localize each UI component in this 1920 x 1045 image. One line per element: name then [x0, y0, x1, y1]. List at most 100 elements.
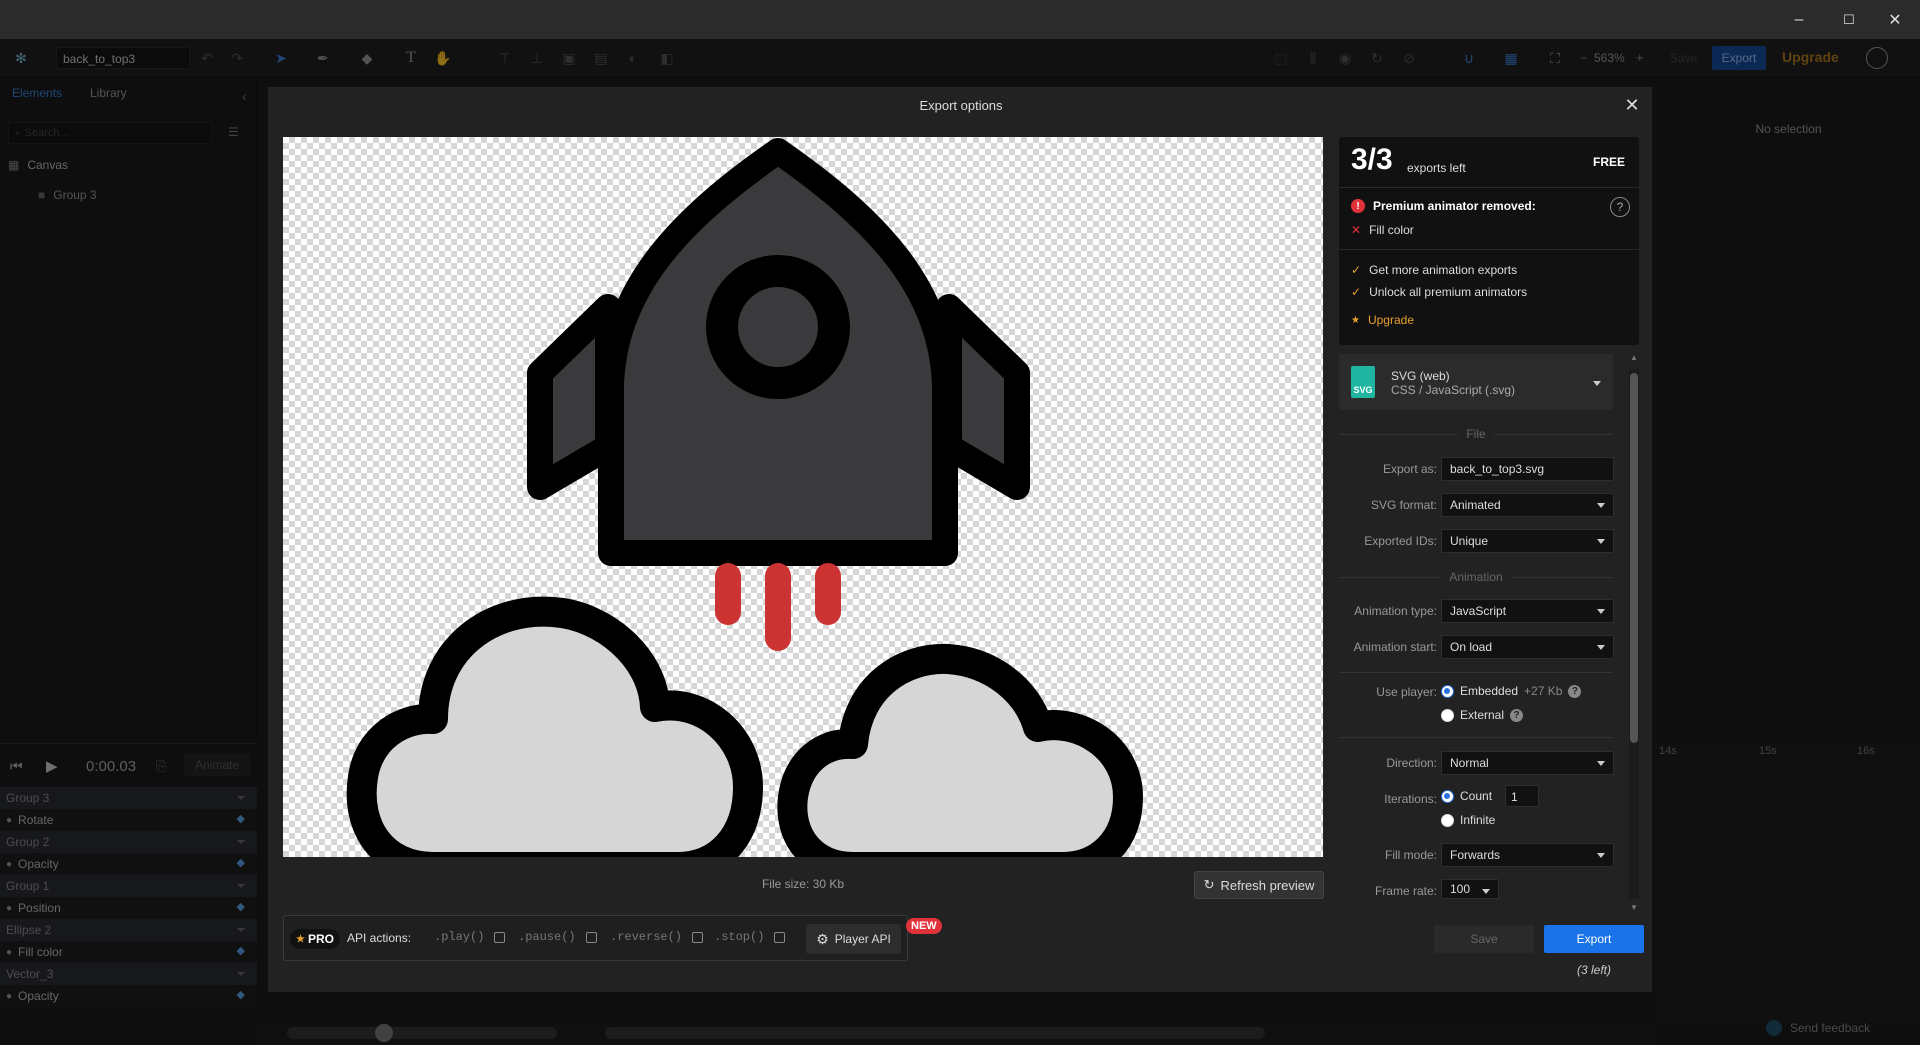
- select-value: Normal: [1450, 756, 1489, 770]
- scroll-down-icon[interactable]: ▼: [1629, 903, 1639, 912]
- save-button[interactable]: Save: [1434, 925, 1534, 953]
- chevron-down-icon: [1597, 761, 1605, 766]
- export-format-select[interactable]: SVG SVG (web) CSS / JavaScript (.svg): [1339, 354, 1613, 410]
- iterations-count-input[interactable]: 1: [1505, 785, 1539, 807]
- export-as-input[interactable]: back_to_top3.svg: [1441, 457, 1614, 481]
- use-player-label: Use player:: [1376, 685, 1437, 699]
- svg-format-label: SVG format:: [1370, 498, 1437, 512]
- player-api-button[interactable]: ⚙ Player API NEW: [806, 918, 942, 954]
- refresh-icon: ↻: [1203, 877, 1215, 892]
- refresh-preview-button[interactable]: ↻ Refresh preview: [1194, 871, 1324, 899]
- chevron-down-icon: [1597, 503, 1605, 508]
- upgrade-link[interactable]: ★ Upgrade: [1351, 313, 1414, 327]
- api-action-label: .reverse(): [610, 930, 683, 944]
- removed-item: ✕ Fill color: [1351, 223, 1414, 237]
- iterations-count-radio[interactable]: Count: [1441, 789, 1492, 803]
- star-icon: ★: [296, 933, 305, 945]
- check-icon: ✓: [1351, 285, 1362, 299]
- export-settings-column: 3/3 exports left FREE ! Premium animator…: [1339, 137, 1644, 983]
- cloud-left: [346, 596, 763, 857]
- minimize-icon[interactable]: –: [1776, 0, 1822, 39]
- new-badge: NEW: [906, 918, 942, 934]
- radio-icon: [1441, 813, 1454, 827]
- animation-start-label: Animation start:: [1353, 640, 1437, 654]
- export-as-label: Export as:: [1382, 462, 1437, 476]
- player-embedded-radio[interactable]: Embedded +27 Kb ?: [1441, 684, 1582, 698]
- scroll-up-icon[interactable]: ▲: [1629, 353, 1639, 362]
- select-value: 100: [1450, 882, 1471, 896]
- rocket-window: [706, 255, 850, 399]
- select-value: Animated: [1450, 498, 1501, 512]
- window-close-icon[interactable]: ✕: [1872, 0, 1918, 39]
- divider: [1339, 187, 1639, 188]
- section-title-file: File: [1339, 427, 1613, 441]
- radio-label: External: [1460, 708, 1505, 722]
- plan-label: FREE: [1592, 155, 1625, 169]
- chevron-down-icon: [1482, 889, 1490, 894]
- rocket-body: [598, 138, 958, 566]
- benefit-label: Get more animation exports: [1369, 263, 1518, 277]
- api-action-play[interactable]: .play(): [434, 930, 506, 944]
- divider: [1339, 249, 1639, 250]
- exported-ids-select[interactable]: Unique: [1441, 529, 1614, 553]
- check-icon: ✓: [1351, 263, 1362, 277]
- api-action-stop[interactable]: .stop(): [714, 930, 786, 944]
- select-value: Forwards: [1450, 848, 1501, 862]
- copy-icon[interactable]: [774, 931, 786, 943]
- star-icon: ★: [1351, 314, 1360, 326]
- copy-icon[interactable]: [494, 931, 506, 943]
- help-icon[interactable]: ?: [1568, 684, 1582, 698]
- frame-rate-select[interactable]: 100: [1441, 879, 1499, 899]
- frame-rate-label: Frame rate:: [1374, 884, 1437, 898]
- copy-icon[interactable]: [692, 931, 704, 943]
- fill-mode-label: Fill mode:: [1384, 848, 1437, 862]
- rocket-flames: [715, 563, 841, 651]
- maximize-icon[interactable]: ☐: [1826, 0, 1872, 39]
- radio-label: Embedded: [1460, 684, 1519, 698]
- gear-icon: ⚙: [816, 930, 829, 947]
- settings-scrollbar[interactable]: ▲ ▼: [1629, 353, 1639, 912]
- file-size-label: File size: 30 Kb: [761, 877, 845, 891]
- animation-start-select[interactable]: On load: [1441, 635, 1614, 659]
- direction-select[interactable]: Normal: [1441, 751, 1614, 775]
- api-action-label: .play(): [434, 930, 485, 944]
- help-icon[interactable]: ?: [1610, 197, 1630, 217]
- radio-icon: [1441, 684, 1454, 698]
- api-action-label: .stop(): [714, 930, 765, 944]
- api-action-reverse[interactable]: .reverse(): [610, 930, 704, 944]
- benefit-item: ✓ Unlock all premium animators: [1351, 285, 1527, 299]
- close-icon[interactable]: ✕: [1622, 95, 1642, 115]
- api-action-pause[interactable]: .pause(): [518, 930, 597, 944]
- upgrade-label: Upgrade: [1367, 313, 1414, 327]
- removed-item-label: Fill color: [1369, 223, 1414, 237]
- format-description: CSS / JavaScript (.svg): [1391, 383, 1516, 397]
- dialog-title: Export options: [919, 97, 1003, 113]
- exported-ids-label: Exported IDs:: [1364, 534, 1437, 548]
- chevron-down-icon: [1597, 853, 1605, 858]
- animation-type-select[interactable]: JavaScript: [1441, 599, 1614, 623]
- svg-file-icon: SVG: [1351, 366, 1375, 398]
- select-value: JavaScript: [1450, 604, 1507, 618]
- copy-icon[interactable]: [585, 931, 597, 943]
- benefit-item: ✓ Get more animation exports: [1351, 263, 1517, 277]
- player-external-radio[interactable]: External ?: [1441, 708, 1524, 722]
- rocket-right-fin: [936, 294, 1030, 500]
- export-button[interactable]: Export: [1544, 925, 1644, 953]
- scrollbar-thumb[interactable]: [1630, 373, 1638, 743]
- pro-badge: ★ PRO: [290, 929, 340, 949]
- fill-mode-select[interactable]: Forwards: [1441, 843, 1614, 867]
- divider: [1339, 737, 1613, 738]
- warning-title: Premium animator removed:: [1373, 199, 1536, 213]
- window-titlebar: – ☐ ✕: [0, 0, 1920, 39]
- chevron-down-icon: [1597, 645, 1605, 650]
- cloud-right: [777, 643, 1143, 857]
- warning-icon: !: [1351, 199, 1365, 213]
- rocket-illustration: [346, 138, 1143, 857]
- help-icon[interactable]: ?: [1510, 708, 1524, 722]
- select-value: On load: [1450, 640, 1493, 654]
- iterations-infinite-radio[interactable]: Infinite: [1441, 813, 1495, 827]
- divider: [1339, 672, 1613, 673]
- svg-format-select[interactable]: Animated: [1441, 493, 1614, 517]
- format-name: SVG (web): [1391, 369, 1450, 383]
- exports-left-note: (3 left): [1576, 963, 1611, 977]
